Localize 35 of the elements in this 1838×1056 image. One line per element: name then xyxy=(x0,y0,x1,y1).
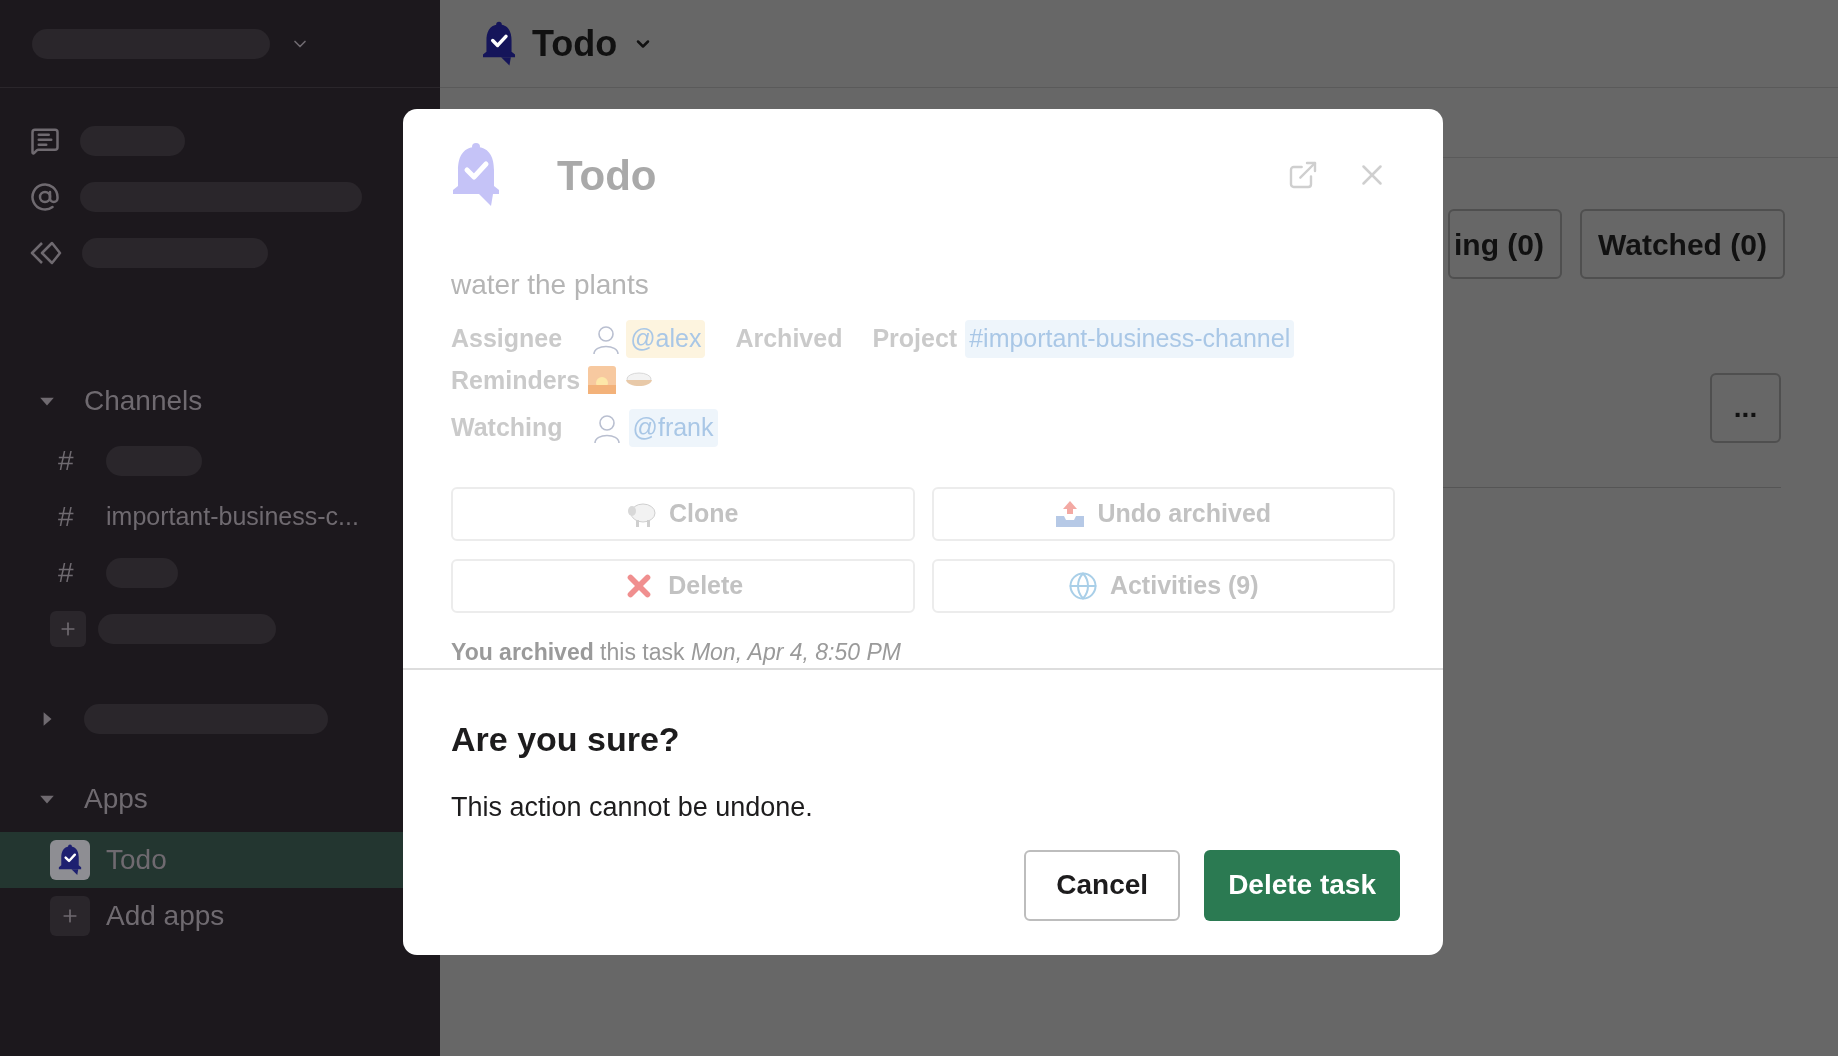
more-button[interactable]: ... xyxy=(1710,373,1781,443)
section-header[interactable]: Channels xyxy=(84,380,203,422)
delete-button[interactable]: Delete task xyxy=(1204,849,1400,921)
hash-icon: # xyxy=(58,496,82,538)
mention-icon[interactable] xyxy=(30,182,60,212)
modal-title: Todo xyxy=(557,150,657,201)
sidebar-item[interactable]: Add apps xyxy=(0,888,440,944)
bell-icon xyxy=(58,844,82,876)
hash-icon: # xyxy=(58,440,82,482)
bell-icon xyxy=(451,142,501,208)
cancel-button[interactable]: Cancel xyxy=(1024,849,1181,921)
sunrise-icon xyxy=(588,366,617,395)
add-icon[interactable] xyxy=(50,611,86,647)
history-text: You archived this task Mon, Apr 4, 8:50 PM xyxy=(451,637,902,667)
section-header[interactable]: Apps xyxy=(84,778,148,820)
action-button[interactable]: Activities (9) xyxy=(931,558,1395,613)
threads-icon[interactable] xyxy=(30,126,60,156)
filter-button[interactable]: Watched (0) xyxy=(1580,209,1785,279)
avatar-icon xyxy=(592,412,621,443)
add-icon xyxy=(50,896,90,936)
filter-button[interactable]: ing (0) xyxy=(1448,209,1562,279)
confirm-title: Are you sure? xyxy=(451,719,681,760)
avatar-icon xyxy=(592,323,621,354)
action-button[interactable]: Undo archived xyxy=(931,486,1395,541)
task-title: water the plants xyxy=(451,268,650,302)
hash-icon: # xyxy=(58,552,82,594)
channel-item[interactable]: important-business-c... xyxy=(106,498,359,536)
bell-icon xyxy=(482,20,516,67)
diamond-arrows-icon[interactable] xyxy=(30,241,62,265)
action-button[interactable]: Clone xyxy=(451,486,915,541)
confirm-message: This action cannot be undone. xyxy=(451,791,814,824)
globe-icon xyxy=(1067,570,1098,601)
action-button[interactable]: Delete xyxy=(451,558,915,613)
channel-title[interactable]: Todo xyxy=(532,16,618,71)
tray-upload-icon xyxy=(1055,499,1086,528)
